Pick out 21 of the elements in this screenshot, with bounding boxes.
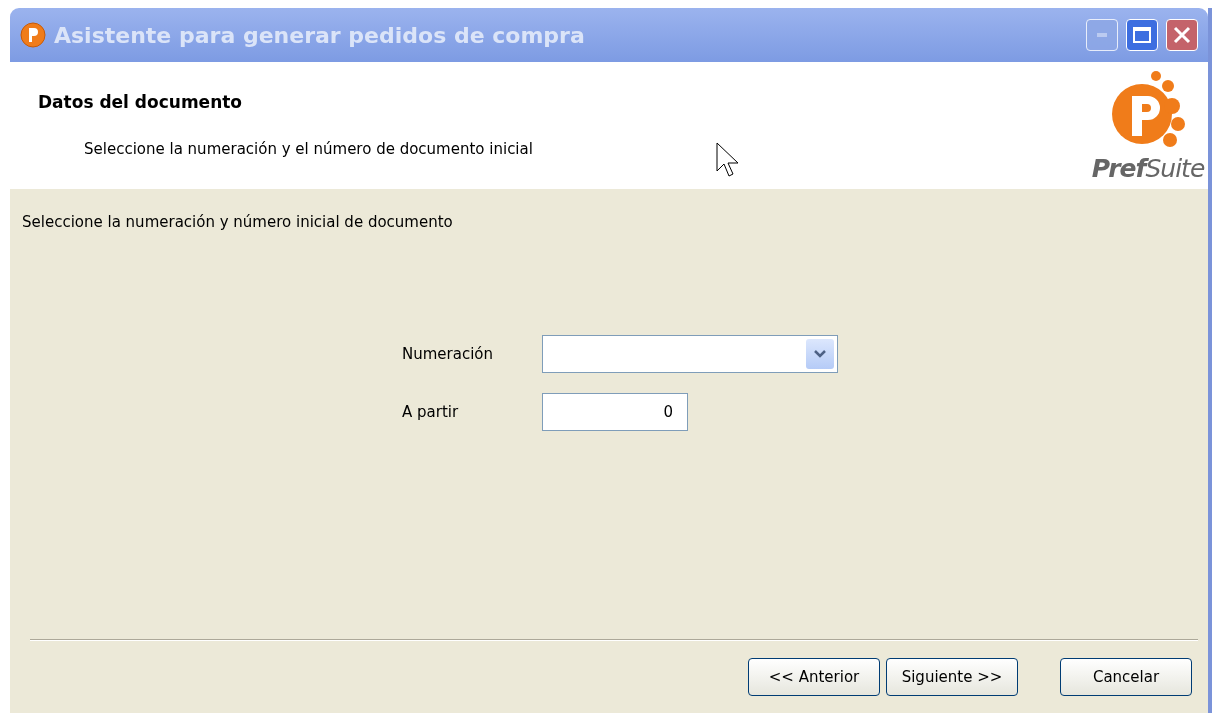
close-icon bbox=[1173, 26, 1191, 44]
input-field[interactable]: 0 bbox=[542, 393, 688, 431]
close-button[interactable] bbox=[1166, 19, 1198, 51]
step-title: Datos del documento bbox=[38, 92, 244, 112]
wizard-button[interactable]: Siguiente >> bbox=[886, 658, 1018, 696]
window-title: Asistente para generar pedidos de compra bbox=[54, 22, 586, 48]
step-subtitle: Seleccione la numeración y el número de documento inicial bbox=[84, 140, 534, 158]
instruction-text: Seleccione la numeración y número inicial de documento bbox=[22, 213, 454, 231]
field-label: A partir bbox=[401, 403, 460, 421]
minimize-icon bbox=[1097, 33, 1107, 37]
maximize-button[interactable] bbox=[1126, 19, 1158, 51]
wizard-button[interactable]: Cancelar bbox=[1060, 658, 1192, 696]
chevron-down-icon bbox=[814, 350, 826, 358]
field-label: Numeración bbox=[401, 345, 495, 363]
app-icon bbox=[20, 22, 46, 48]
maximize-icon bbox=[1133, 27, 1151, 43]
wizard-button[interactable]: << Anterior bbox=[748, 658, 880, 696]
cursor-icon bbox=[716, 142, 740, 178]
logo-text: PrefSuite bbox=[1091, 154, 1205, 183]
numbering-dropdown[interactable] bbox=[542, 335, 838, 373]
minimize-button[interactable] bbox=[1086, 19, 1118, 51]
